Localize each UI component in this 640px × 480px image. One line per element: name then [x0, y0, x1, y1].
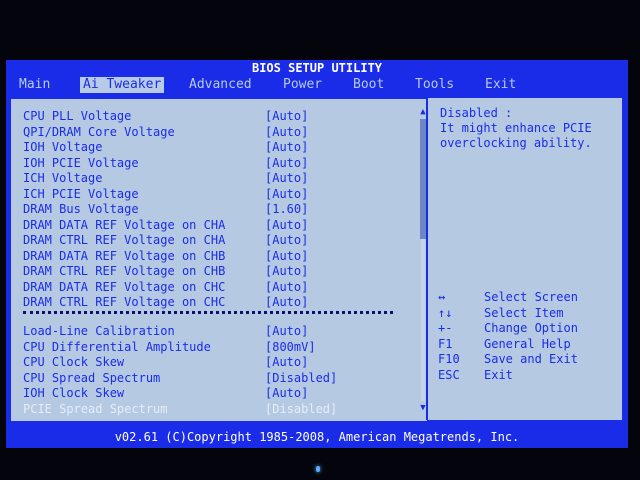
setting-value[interactable]: [Auto] — [265, 295, 308, 310]
setting-row[interactable]: CPU Spread Spectrum [Disabled] — [23, 370, 337, 386]
setting-label: IOH Voltage — [23, 140, 103, 154]
key-description: Select Item — [484, 305, 564, 320]
setting-row[interactable]: QPI/DRAM Core Voltage [Auto] — [23, 124, 308, 140]
setting-row[interactable]: CPU Clock Skew [Auto] — [23, 355, 308, 370]
setting-label: IOH PCIE Voltage — [23, 155, 139, 170]
setting-value[interactable]: [Auto] — [265, 109, 308, 124]
setting-label: DRAM DATA REF Voltage on CHC — [23, 279, 226, 294]
settings-panel: CPU PLL Voltage [Auto] QPI/DRAM Core Volt… — [10, 98, 428, 422]
setting-value[interactable]: [Auto] — [265, 280, 308, 295]
setting-row[interactable]: ICH Voltage [Auto] — [23, 171, 308, 186]
setting-label: ICH Voltage — [23, 171, 103, 185]
setting-row[interactable]: DRAM CTRL REF Voltage on CHC [Auto] — [23, 295, 308, 310]
setting-value[interactable]: [Auto] — [265, 171, 308, 186]
setting-value[interactable]: [Auto] — [265, 125, 308, 140]
key-esc: ESC — [438, 367, 460, 382]
key-legend-row: ↑↓ Select Item — [438, 306, 618, 322]
key-arrows-lr-icon: ↔ — [438, 290, 446, 304]
setting-row[interactable]: IOH Voltage [Auto] — [23, 140, 308, 155]
bios-screen: BIOS SETUP UTILITY Main Ai Tweaker Advan… — [6, 60, 628, 448]
tab-exit[interactable]: Exit — [482, 77, 519, 93]
setting-label: DRAM DATA REF Voltage on CHA — [23, 217, 226, 232]
setting-label: CPU Spread Spectrum — [23, 370, 161, 385]
key-description: Change Option — [484, 321, 578, 335]
key-f1: F1 — [438, 336, 453, 351]
setting-value[interactable]: [Disabled] — [265, 402, 337, 417]
tab-power[interactable]: Power — [280, 77, 325, 93]
setting-label: Load-Line Calibration — [23, 324, 175, 338]
setting-row[interactable]: CPU PLL Voltage [Auto] — [23, 109, 308, 124]
key-legend-row: F1 General Help — [438, 337, 618, 353]
setting-row[interactable]: DRAM DATA REF Voltage on CHB [Auto] — [23, 248, 308, 264]
key-plus-minus: +- — [438, 321, 453, 335]
tab-ai-tweaker[interactable]: Ai Tweaker — [80, 77, 165, 93]
help-text: Disabled : It might enhance PCIE overclo… — [440, 106, 620, 151]
setting-row[interactable]: CPU Differential Amplitude [800mV] — [23, 339, 316, 355]
setting-row[interactable]: ICH PCIE Voltage [Auto] — [23, 186, 308, 202]
setting-label: DRAM DATA REF Voltage on CHB — [23, 248, 226, 263]
setting-row[interactable]: IOH Clock Skew [Auto] — [23, 386, 308, 401]
setting-row[interactable]: DRAM DATA REF Voltage on CHA [Auto] — [23, 217, 308, 233]
setting-value[interactable]: [Auto] — [265, 218, 308, 233]
key-description: General Help — [484, 336, 571, 351]
setting-value[interactable]: [Auto] — [265, 386, 308, 401]
setting-row-selected[interactable]: PCIE Spread Spectrum [Disabled] — [23, 401, 337, 417]
setting-value[interactable]: [Auto] — [265, 233, 308, 248]
setting-value[interactable]: [Auto] — [265, 187, 308, 202]
setting-label: CPU Clock Skew — [23, 355, 125, 369]
setting-label: PCIE Spread Spectrum — [23, 401, 168, 416]
key-legend: ↔ Select Screen ↑↓ Select Item +- Change Op… — [438, 290, 618, 383]
setting-row[interactable]: DRAM CTRL REF Voltage on CHB [Auto] — [23, 264, 308, 279]
setting-row[interactable]: Load-Line Calibration [Auto] — [23, 324, 308, 339]
key-description: Exit — [484, 367, 513, 382]
key-legend-row: F10 Save and Exit — [438, 352, 618, 368]
setting-label: QPI/DRAM Core Voltage — [23, 124, 175, 139]
setting-label: CPU Differential Amplitude — [23, 339, 211, 354]
setting-value[interactable]: [Auto] — [265, 249, 308, 264]
copyright-footer: v02.61 (C)Copyright 1985-2008, American … — [114, 430, 520, 444]
setting-value[interactable]: [1.60] — [265, 202, 308, 217]
setting-label: DRAM CTRL REF Voltage on CHA — [23, 233, 226, 247]
setting-value[interactable]: [Auto] — [265, 264, 308, 279]
key-f10: F10 — [438, 352, 460, 366]
setting-value[interactable]: [800mV] — [265, 340, 316, 355]
power-led — [316, 466, 320, 472]
setting-value[interactable]: [Auto] — [265, 355, 308, 370]
setting-row[interactable]: DRAM Bus Voltage [1.60] — [23, 202, 308, 217]
setting-label: IOH Clock Skew — [23, 386, 125, 400]
help-line: Disabled : — [440, 106, 513, 120]
window-title: BIOS SETUP UTILITY — [251, 61, 383, 75]
tab-main[interactable]: Main — [16, 77, 53, 93]
key-arrows-ud-icon: ↑↓ — [438, 305, 453, 320]
setting-row[interactable]: DRAM CTRL REF Voltage on CHA [Auto] — [23, 233, 308, 248]
setting-label: CPU PLL Voltage — [23, 109, 132, 123]
key-legend-row: ESC Exit — [438, 368, 618, 384]
tab-tools[interactable]: Tools — [412, 77, 457, 93]
tab-advanced[interactable]: Advanced — [186, 77, 255, 93]
section-separator — [23, 311, 393, 316]
setting-label: DRAM Bus Voltage — [23, 202, 139, 216]
setting-value[interactable]: [Auto] — [265, 156, 308, 171]
key-legend-row: ↔ Select Screen — [438, 290, 618, 306]
help-line: It might enhance PCIE — [440, 121, 592, 135]
setting-value[interactable]: [Auto] — [265, 324, 308, 339]
tab-boot[interactable]: Boot — [350, 77, 387, 93]
key-legend-row: +- Change Option — [438, 321, 618, 337]
key-description: Select Screen — [484, 290, 578, 304]
menu-bar: Main Ai Tweaker Advanced Power Boot Tool… — [6, 76, 628, 94]
setting-label: ICH PCIE Voltage — [23, 186, 139, 201]
help-panel: Disabled : It might enhance PCIE overclo… — [428, 98, 622, 420]
setting-value[interactable]: [Auto] — [265, 140, 308, 155]
setting-row[interactable]: IOH PCIE Voltage [Auto] — [23, 155, 308, 171]
setting-row[interactable]: DRAM DATA REF Voltage on CHC [Auto] — [23, 279, 308, 295]
setting-label: DRAM CTRL REF Voltage on CHC — [23, 295, 226, 309]
help-line: overclocking ability. — [440, 136, 592, 150]
setting-label: DRAM CTRL REF Voltage on CHB — [23, 264, 226, 278]
setting-value[interactable]: [Disabled] — [265, 371, 337, 386]
key-description: Save and Exit — [484, 352, 578, 366]
